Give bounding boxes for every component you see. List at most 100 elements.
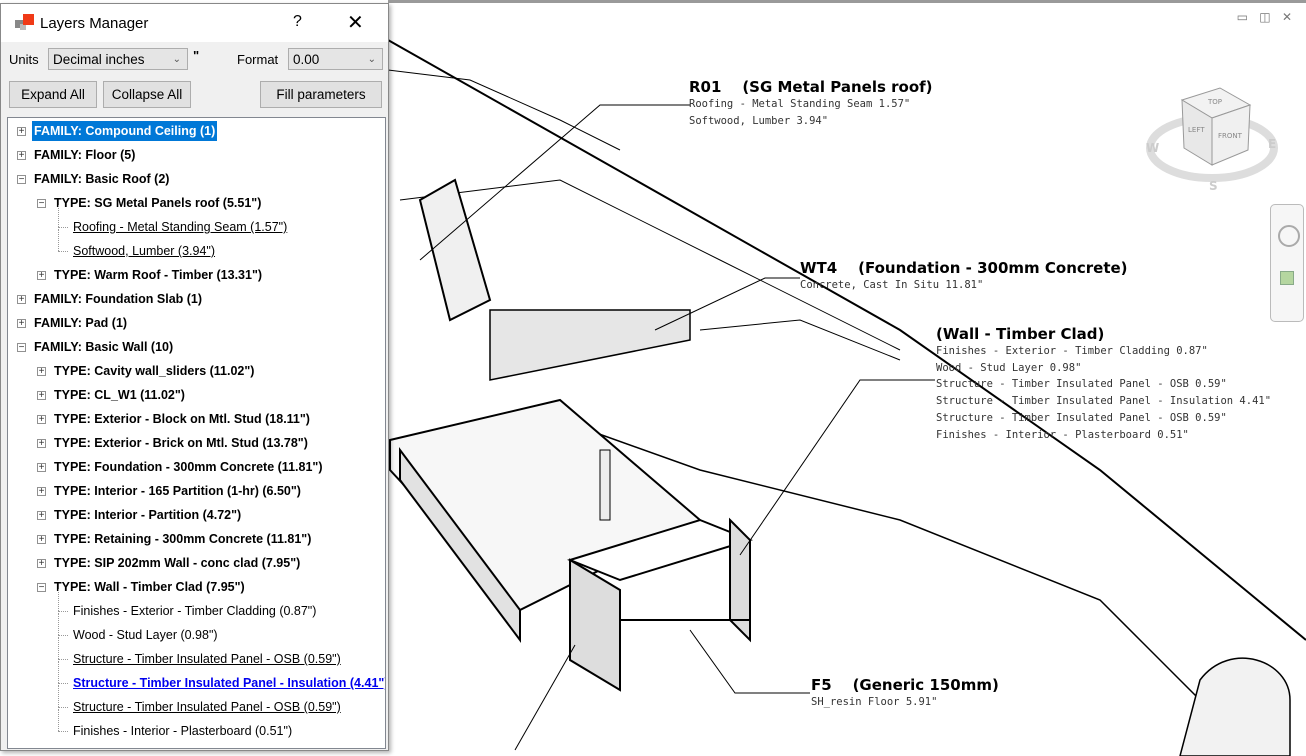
expand-icon[interactable]: + [37,391,46,401]
collapse-icon[interactable]: − [17,343,26,353]
tree-connector [58,589,59,611]
app-logo-icon [15,14,34,30]
tree-type-item[interactable]: + TYPE: Cavity wall_sliders (11.02") [8,361,385,381]
units-label: Units [9,52,39,67]
tree-connector [58,205,59,227]
tree-item-label: TYPE: Interior - Partition (4.72") [54,508,242,522]
tree-family-item[interactable]: − FAMILY: Basic Roof (2) [8,169,385,189]
tree-layer-item[interactable]: Finishes - Interior - Plasterboard (0.51… [8,709,385,741]
tree-type-item[interactable]: + TYPE: Warm Roof - Timber (13.31") [8,265,385,285]
tree-family-item[interactable]: + FAMILY: Floor (5) [8,145,385,165]
annotation-line: Structure - Timber Insulated Panel - OSB… [936,378,1227,391]
annotation-title: R01 (SG Metal Panels roof) [689,78,933,96]
tree-layer-item[interactable]: Softwood, Lumber (3.94") [8,229,385,261]
annotation-line: Wood - Stud Layer 0.98" [936,361,1082,374]
units-select[interactable]: Decimal inches ⌄ [48,48,188,70]
tree-item-label: FAMILY: Compound Ceiling (1) [32,121,218,141]
tree-type-item[interactable]: + TYPE: CL_W1 (11.02") [8,385,385,405]
expand-all-button[interactable]: Expand All [9,81,97,108]
expand-icon[interactable]: + [17,319,26,329]
expand-icon[interactable]: + [37,439,46,449]
tree-connector [58,709,59,731]
annotation-wall: (Wall - Timber Clad) Finishes - Exterior… [936,325,1271,443]
collapse-icon[interactable]: − [37,583,46,593]
tree-item-label: FAMILY: Basic Roof (2) [34,172,170,186]
dialog-title: Layers Manager [40,15,149,32]
tree-type-item[interactable]: + TYPE: Foundation - 300mm Concrete (11.8… [8,457,385,477]
tree-type-item[interactable]: − TYPE: Wall - Timber Clad (7.95") [8,577,385,597]
expand-icon[interactable]: + [37,367,46,377]
tree-item-label: TYPE: Warm Roof - Timber (13.31") [54,268,263,282]
tree-connector [58,731,68,732]
zoom-extents-icon[interactable] [1280,271,1294,285]
annotation-line: Structure - Timber Insulated Panel - Ins… [936,395,1272,408]
tree-family-item[interactable]: + FAMILY: Compound Ceiling (1) [8,121,385,141]
tree-item-label: Finishes - Interior - Plasterboard (0.51… [73,724,293,738]
expand-icon[interactable]: + [17,127,26,137]
tree-item-label: Structure - Timber Insulated Panel - Ins… [73,676,386,690]
annotation-title: F5 (Generic 150mm) [811,676,999,694]
tree-item-label: Structure - Timber Insulated Panel - OSB… [73,700,341,714]
tree-item-label: TYPE: Exterior - Block on Mtl. Stud (18.… [54,412,310,426]
expand-icon[interactable]: + [37,463,46,473]
help-button[interactable]: ? [293,13,302,31]
tree-item-label: FAMILY: Foundation Slab (1) [34,292,203,306]
annotation-roof: R01 (SG Metal Panels roof) Roofing - Met… [689,78,933,129]
tree-item-label: FAMILY: Floor (5) [34,148,136,162]
chevron-down-icon: ⌄ [367,54,376,65]
tree-type-item[interactable]: + TYPE: SIP 202mm Wall - conc clad (7.95"… [8,553,385,573]
tree-layer-item[interactable]: Finishes - Exterior - Timber Cladding (0… [8,589,385,621]
collapse-all-button[interactable]: Collapse All [103,81,191,108]
tree-item-label: TYPE: SG Metal Panels roof (5.51") [54,196,262,210]
annotation-line: Roofing - Metal Standing Seam 1.57" [689,98,911,110]
annotation-line: Softwood, Lumber 3.94" [689,114,829,127]
close-button[interactable]: ✕ [347,10,364,35]
tree-layer-item[interactable]: Wood - Stud Layer (0.98") [8,613,385,645]
tree-family-item[interactable]: − FAMILY: Basic Wall (10) [8,337,385,357]
tree-layer-item[interactable]: Structure - Timber Insulated Panel - OSB… [8,685,385,717]
tree-layer-item[interactable]: Structure - Timber Insulated Panel - Ins… [8,661,386,693]
tree-type-item[interactable]: + TYPE: Exterior - Brick on Mtl. Stud (13… [8,433,385,453]
layers-tree[interactable]: + FAMILY: Compound Ceiling (1) + FAMILY: Fl… [7,117,386,749]
tree-item-label: FAMILY: Basic Wall (10) [34,340,174,354]
expand-icon[interactable]: + [17,295,26,305]
expand-icon[interactable]: + [37,535,46,545]
collapse-icon[interactable]: − [17,175,26,185]
expand-icon[interactable]: + [37,271,46,281]
tree-connector [58,707,68,708]
fill-parameters-button[interactable]: Fill parameters [260,81,382,108]
steering-wheel-icon[interactable] [1278,225,1300,247]
tree-layer-item[interactable]: Structure - Timber Insulated Panel - OSB… [8,637,385,669]
collapse-icon[interactable]: − [37,199,46,209]
tree-item-label: Structure - Timber Insulated Panel - OSB… [73,652,341,666]
tree-type-item[interactable]: + TYPE: Exterior - Block on Mtl. Stud (18… [8,409,385,429]
viewport-window-controls[interactable]: ▭ ◫ ✕ [1237,10,1296,24]
expand-icon[interactable]: + [37,415,46,425]
tree-item-label: TYPE: Wall - Timber Clad (7.95") [54,580,245,594]
annotation-line: SH_resin Floor 5.91" [811,696,938,708]
tree-type-item[interactable]: + TYPE: Retaining - 300mm Concrete (11.81… [8,529,385,549]
tree-connector [58,683,68,684]
tree-type-item[interactable]: − TYPE: SG Metal Panels roof (5.51") [8,193,385,213]
tree-connector [58,613,59,635]
tree-item-label: Softwood, Lumber (3.94") [73,244,216,258]
annotation-line: Finishes - Exterior - Timber Cladding 0.… [936,345,1208,357]
tree-family-item[interactable]: + FAMILY: Foundation Slab (1) [8,289,385,309]
expand-icon[interactable]: + [17,151,26,161]
tree-item-label: TYPE: CL_W1 (11.02") [54,388,185,402]
format-label: Format [237,52,279,67]
tree-type-item[interactable]: + TYPE: Interior - Partition (4.72") [8,505,385,525]
expand-icon[interactable]: + [37,559,46,569]
expand-icon[interactable]: + [37,487,46,497]
navigation-bar[interactable] [1270,204,1304,322]
tree-type-item[interactable]: + TYPE: Interior - 165 Partition (1-hr) (… [8,481,385,501]
tree-connector [58,637,59,659]
format-select[interactable]: 0.00 ⌄ [288,48,383,70]
tree-item-label: TYPE: Cavity wall_sliders (11.02") [54,364,255,378]
annotation-line: Structure - Timber Insulated Panel - OSB… [936,411,1227,424]
tree-item-label: Roofing - Metal Standing Seam (1.57") [73,220,288,234]
tree-family-item[interactable]: + FAMILY: Pad (1) [8,313,385,333]
tree-layer-item[interactable]: Roofing - Metal Standing Seam (1.57") [8,205,385,237]
expand-icon[interactable]: + [37,511,46,521]
annotation-foundation: WT4 (Foundation - 300mm Concrete) Concre… [800,259,1128,294]
